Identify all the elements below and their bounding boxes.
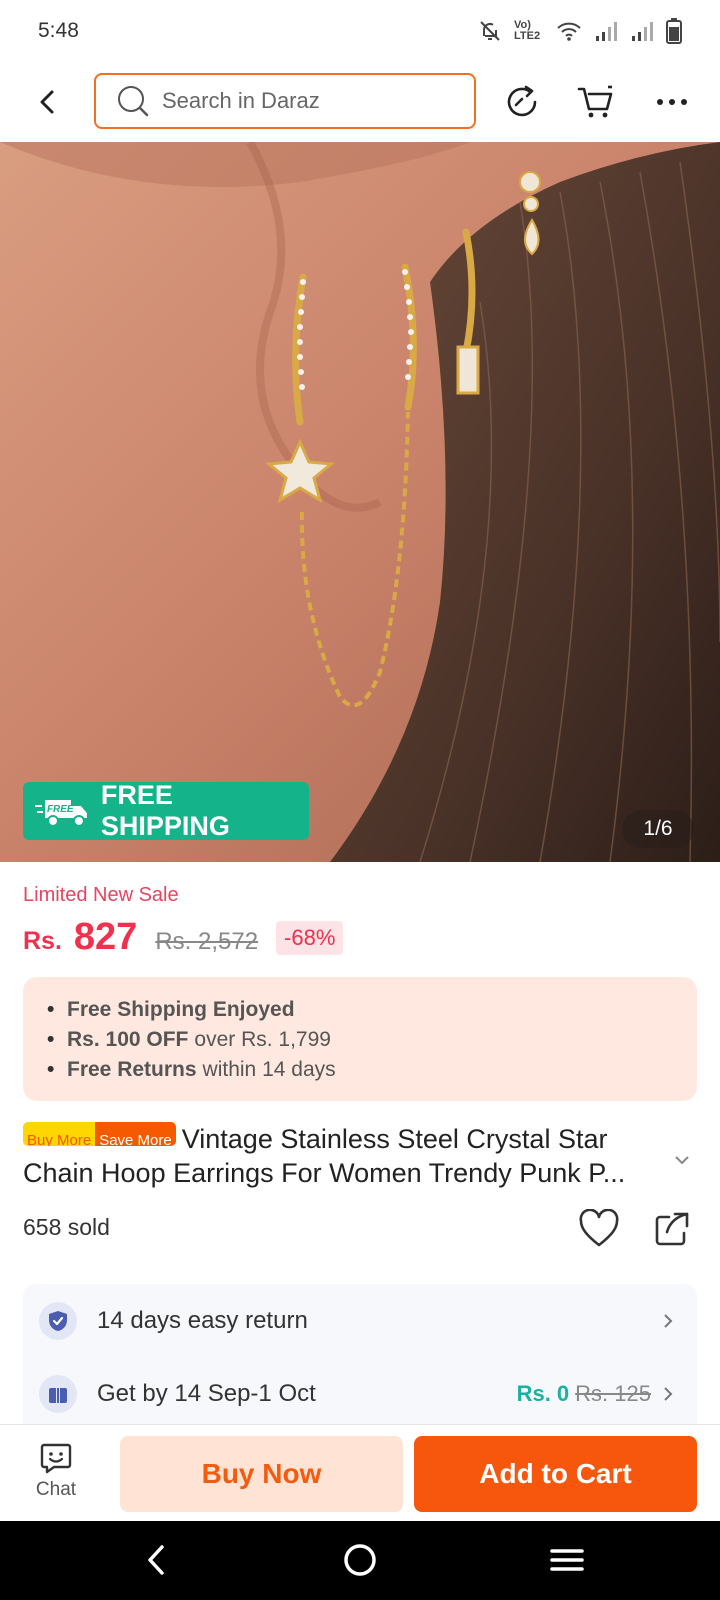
search-placeholder: Search in Daraz [162, 88, 320, 113]
mute-bell-icon [480, 21, 500, 41]
price-currency: Rs. [23, 927, 62, 955]
free-shipping-text: FREE SHIPPING [100, 780, 230, 841]
price-original: Rs. 2,572 [155, 928, 259, 955]
wifi-icon [557, 22, 581, 41]
benefit-bold: Free Shipping Enjoyed [67, 998, 295, 1021]
system-back-icon[interactable] [140, 1541, 174, 1579]
bullet: • [47, 1058, 55, 1081]
add-to-cart-button[interactable]: Add to Cart [414, 1436, 697, 1512]
sold-count: 658 sold [23, 1214, 110, 1240]
delivery-price: Rs. 0 [516, 1381, 570, 1406]
product-title-block: Buy More Save More Vintage Stainless Steel… [23, 1122, 673, 1190]
benefit-rest: over Rs. 1,799 [194, 1028, 331, 1051]
services-panel: 14 days easy return Get by 14 Sep-1 Oct … [23, 1284, 697, 1424]
delivery-truck-icon: FREE [35, 800, 87, 827]
delivery-fee: Rs. 0 Rs. 125 [517, 1381, 651, 1407]
more-dots-icon [657, 99, 687, 105]
arrow-left-icon [40, 90, 54, 114]
heart-icon [579, 1208, 619, 1247]
free-shipping-badge: FREE FREE SHIPPING [23, 780, 309, 841]
free-badge-text: FREE [47, 804, 74, 815]
delivery-old-price: Rs. 125 [575, 1381, 651, 1406]
return-policy-row[interactable]: 14 days easy return [23, 1288, 697, 1354]
promo-label: Limited New Sale [23, 884, 179, 906]
buy-more-save-more-tag: Buy More Save More [23, 1122, 176, 1146]
price-current: 827 [73, 916, 138, 958]
image-counter: 1/6 [622, 810, 694, 848]
system-navigation-bar [0, 1521, 720, 1600]
buy-now-button[interactable]: Buy Now [120, 1436, 403, 1512]
benefit-item: • Free Returns within 14 days [47, 1055, 673, 1085]
tag-buy-more: Buy More [23, 1122, 96, 1146]
system-menu-icon[interactable] [548, 1541, 586, 1579]
expand-title-button[interactable] [672, 1150, 692, 1170]
chat-icon [40, 1443, 72, 1474]
chat-button[interactable]: Chat [26, 1441, 86, 1501]
cart-button[interactable] [576, 82, 616, 122]
refresh-history-icon [507, 85, 537, 117]
search-icon [118, 86, 149, 117]
more-options-button[interactable] [652, 82, 692, 122]
benefit-bold: Rs. 100 OFF [67, 1028, 189, 1051]
benefit-rest: within 14 days [202, 1058, 336, 1081]
cart-icon [577, 85, 613, 118]
benefits-panel[interactable]: • Free Shipping Enjoyed • Rs. 100 OFF over … [23, 977, 697, 1101]
status-icons: Vo) LTE2 [478, 18, 682, 44]
bullet: • [47, 998, 55, 1021]
return-policy-text: 14 days easy return [97, 1307, 308, 1334]
package-icon [39, 1375, 77, 1413]
delivery-estimate-text: Get by 14 Sep-1 Oct [97, 1380, 316, 1407]
benefit-bold: Free Returns [67, 1058, 197, 1081]
top-navigation: Search in Daraz [0, 62, 720, 142]
shield-check-icon [39, 1302, 77, 1340]
chevron-right-icon [664, 1314, 673, 1328]
system-home-icon[interactable] [341, 1541, 379, 1579]
price-row: Rs. 827 Rs. 2,572 -68% [23, 916, 344, 959]
chevron-down-icon [675, 1156, 689, 1165]
wishlist-button[interactable] [578, 1208, 620, 1249]
share-button[interactable] [653, 1210, 691, 1248]
bottom-action-bar: Chat Buy Now Add to Cart [0, 1424, 720, 1521]
product-title: Buy More Save More Vintage Stainless Steel… [23, 1122, 673, 1190]
status-bar: 5:48 Vo) LTE2 [0, 0, 720, 62]
chevron-right-icon [664, 1387, 673, 1401]
delivery-row[interactable]: Get by 14 Sep-1 Oct Rs. 0 Rs. 125 [23, 1361, 697, 1427]
back-button[interactable] [30, 84, 66, 120]
tag-save-more: Save More [95, 1122, 176, 1146]
battery-icon [666, 18, 682, 44]
bullet: • [47, 1028, 55, 1051]
network-label: Vo) LTE2 [514, 19, 541, 42]
product-image-gallery[interactable]: FREE FREE SHIPPING 1/6 [0, 142, 720, 862]
signal-2-icon [632, 22, 653, 41]
search-input[interactable]: Search in Daraz [94, 73, 476, 129]
benefit-item: • Free Shipping Enjoyed [47, 995, 673, 1025]
status-time: 5:48 [38, 19, 79, 42]
product-image [0, 142, 720, 862]
discount-badge: -68% [276, 921, 344, 955]
benefit-item: • Rs. 100 OFF over Rs. 1,799 [47, 1025, 673, 1055]
history-button[interactable] [502, 82, 542, 122]
share-icon [655, 1212, 689, 1246]
signal-1-icon [596, 22, 617, 41]
chat-label: Chat [35, 1479, 77, 1500]
